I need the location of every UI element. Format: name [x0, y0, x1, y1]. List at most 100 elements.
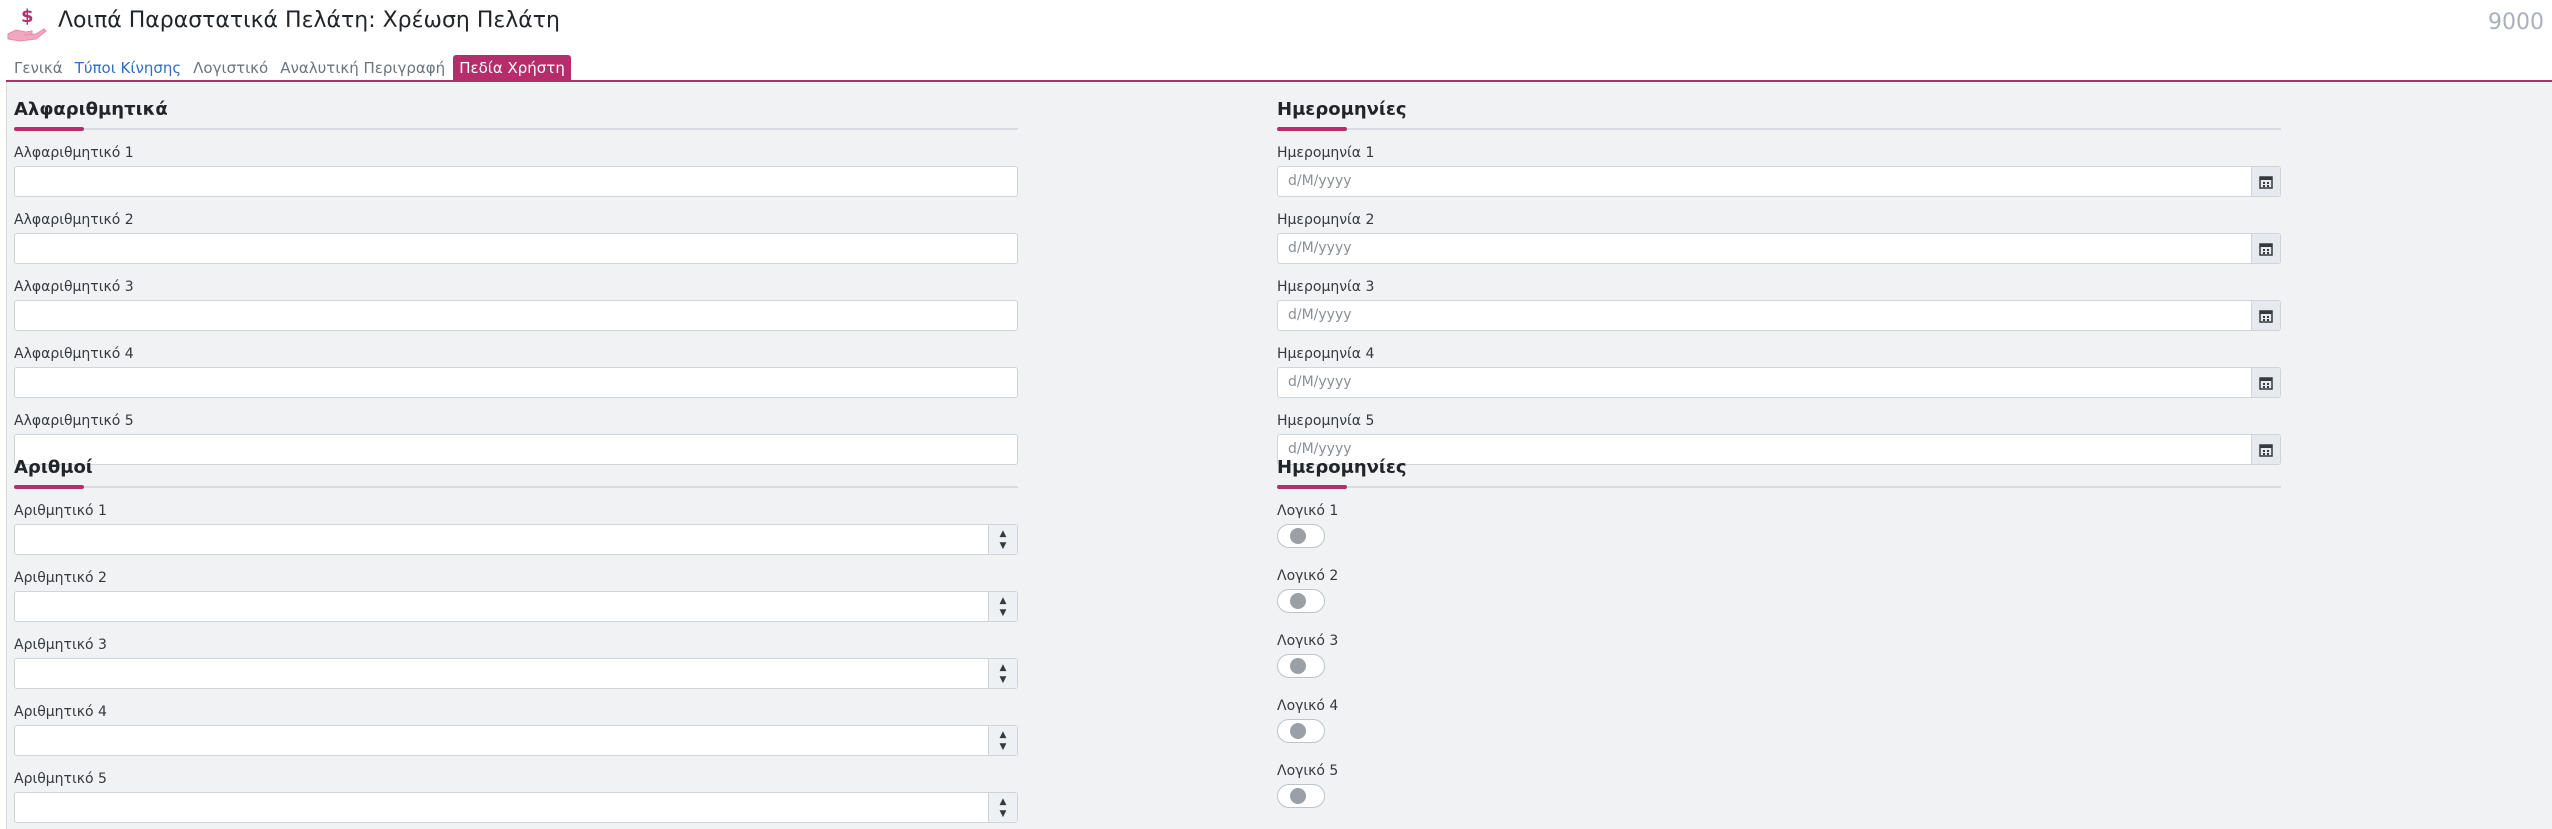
logical-5-label: Λογικό 5	[1277, 763, 1339, 779]
date-3-placeholder: d/M/yyyy	[1288, 307, 1352, 323]
logical-3-toggle[interactable]	[1277, 654, 1325, 678]
date-2-label: Ημερομηνία 2	[1277, 212, 1375, 228]
spin-down-icon[interactable]: ▼	[1000, 540, 1007, 552]
logical-1-label: Λογικό 1	[1277, 503, 1339, 519]
alpha-1-label: Αλφαριθμητικό 1	[14, 145, 134, 161]
tab-accounting[interactable]: Λογιστικό	[187, 55, 274, 81]
number-1-input[interactable]: ▲ ▼	[14, 524, 1018, 555]
number-5-input[interactable]: ▲ ▼	[14, 792, 1018, 823]
date-4-label: Ημερομηνία 4	[1277, 346, 1375, 362]
alpha-1-input[interactable]	[14, 166, 1018, 197]
alpha-3-label: Αλφαριθμητικό 3	[14, 279, 134, 295]
number-5-spinner[interactable]: ▲ ▼	[988, 793, 1017, 822]
date-1-input[interactable]: d/M/yyyy	[1277, 166, 2281, 197]
number-1-label: Αριθμητικό 1	[14, 503, 107, 519]
section-title: Ημερομηνίες	[1277, 99, 1407, 120]
number-2-input[interactable]: ▲ ▼	[14, 591, 1018, 622]
toggle-knob	[1290, 723, 1306, 739]
date-3-label: Ημερομηνία 3	[1277, 279, 1375, 295]
spin-up-icon[interactable]: ▲	[1000, 729, 1007, 741]
spin-up-icon[interactable]: ▲	[1000, 595, 1007, 607]
logical-2-label: Λογικό 2	[1277, 568, 1339, 584]
spin-down-icon[interactable]: ▼	[1000, 674, 1007, 686]
number-3-spinner[interactable]: ▲ ▼	[988, 659, 1017, 688]
logical-1-toggle[interactable]	[1277, 524, 1325, 548]
logical-4-label: Λογικό 4	[1277, 698, 1339, 714]
section-accent	[1277, 485, 1347, 489]
alpha-2-input[interactable]	[14, 233, 1018, 264]
svg-text:$: $	[21, 6, 34, 27]
section-accent	[14, 127, 84, 131]
spin-up-icon[interactable]: ▲	[1000, 662, 1007, 674]
section-title: Ημερομηνίες	[1277, 457, 1407, 478]
logical-1: Λογικό 1	[1277, 503, 2281, 548]
section-divider	[14, 127, 1018, 131]
page-header: $ Λοιπά Παραστατικά Πελάτη: Χρέωση Πελάτ…	[0, 0, 2552, 52]
alpha-4-input[interactable]	[14, 367, 1018, 398]
section-title: Αριθμοί	[14, 457, 93, 478]
logical-5: Λογικό 5	[1277, 763, 2281, 808]
tab-content: Αλφαριθμητικά Αλφαριθμητικό 1 Αλφαριθμητ…	[6, 82, 2552, 829]
hand-dollar-icon: $	[7, 6, 47, 42]
section-divider	[14, 485, 1018, 489]
section-accent	[14, 485, 84, 489]
section-numbers: Αριθμοί Αριθμητικό 1 ▲ ▼ Αριθμητικό 2 ▲ ▼ …	[14, 456, 1018, 823]
logical-3: Λογικό 3	[1277, 633, 2281, 678]
alpha-2-label: Αλφαριθμητικό 2	[14, 212, 134, 228]
number-3-input[interactable]: ▲ ▼	[14, 658, 1018, 689]
date-4-placeholder: d/M/yyyy	[1288, 374, 1352, 390]
date-4-input[interactable]: d/M/yyyy	[1277, 367, 2281, 398]
section-accent	[1277, 127, 1347, 131]
date-1-label: Ημερομηνία 1	[1277, 145, 1375, 161]
logical-2-toggle[interactable]	[1277, 589, 1325, 613]
spin-down-icon[interactable]: ▼	[1000, 607, 1007, 619]
calendar-icon[interactable]	[2251, 368, 2280, 397]
number-4-input[interactable]: ▲ ▼	[14, 725, 1018, 756]
section-title: Αλφαριθμητικά	[14, 99, 168, 120]
logical-5-toggle[interactable]	[1277, 784, 1325, 808]
logical-2: Λογικό 2	[1277, 568, 2281, 613]
date-5-placeholder: d/M/yyyy	[1288, 441, 1352, 457]
number-3-label: Αριθμητικό 3	[14, 637, 107, 653]
tab-detailed-description[interactable]: Αναλυτική Περιγραφή	[274, 55, 451, 81]
alpha-3-input[interactable]	[14, 300, 1018, 331]
section-logicals: Ημερομηνίες Λογικό 1 Λογικό 2 Λογικό 3 Λ…	[1277, 456, 2281, 808]
number-1-spinner[interactable]: ▲ ▼	[988, 525, 1017, 554]
date-2-placeholder: d/M/yyyy	[1288, 240, 1352, 256]
date-5-label: Ημερομηνία 5	[1277, 413, 1375, 429]
section-divider	[1277, 127, 2281, 131]
logical-3-label: Λογικό 3	[1277, 633, 1339, 649]
number-5-label: Αριθμητικό 5	[14, 771, 107, 787]
section-dates: Ημερομηνίες Ημερομηνία 1 d/M/yyyy Ημερομ…	[1277, 98, 2281, 465]
logical-4: Λογικό 4	[1277, 698, 2281, 743]
toggle-knob	[1290, 593, 1306, 609]
tab-bar: Γενικά Τύποι Κίνησης Λογιστικό Αναλυτική…	[8, 55, 571, 81]
alpha-5-label: Αλφαριθμητικό 5	[14, 413, 134, 429]
page-title: Λοιπά Παραστατικά Πελάτη: Χρέωση Πελάτη	[58, 8, 560, 33]
logical-4-toggle[interactable]	[1277, 719, 1325, 743]
toggle-knob	[1290, 528, 1306, 544]
tab-user-fields[interactable]: Πεδία Χρήστη	[453, 55, 571, 81]
spin-up-icon[interactable]: ▲	[1000, 528, 1007, 540]
document-number: 9000	[2488, 10, 2544, 35]
toggle-knob	[1290, 788, 1306, 804]
calendar-icon[interactable]	[2251, 301, 2280, 330]
number-4-label: Αριθμητικό 4	[14, 704, 107, 720]
number-2-spinner[interactable]: ▲ ▼	[988, 592, 1017, 621]
section-alphanumeric: Αλφαριθμητικά Αλφαριθμητικό 1 Αλφαριθμητ…	[14, 98, 1018, 465]
spin-up-icon[interactable]: ▲	[1000, 796, 1007, 808]
spin-down-icon[interactable]: ▼	[1000, 741, 1007, 753]
number-4-spinner[interactable]: ▲ ▼	[988, 726, 1017, 755]
date-3-input[interactable]: d/M/yyyy	[1277, 300, 2281, 331]
number-2-label: Αριθμητικό 2	[14, 570, 107, 586]
calendar-icon[interactable]	[2251, 234, 2280, 263]
date-2-input[interactable]: d/M/yyyy	[1277, 233, 2281, 264]
tab-movement-types[interactable]: Τύποι Κίνησης	[69, 55, 188, 81]
date-1-placeholder: d/M/yyyy	[1288, 173, 1352, 189]
calendar-icon[interactable]	[2251, 167, 2280, 196]
spin-down-icon[interactable]: ▼	[1000, 808, 1007, 820]
tab-general[interactable]: Γενικά	[8, 55, 69, 81]
toggle-knob	[1290, 658, 1306, 674]
section-divider	[1277, 485, 2281, 489]
alpha-4-label: Αλφαριθμητικό 4	[14, 346, 134, 362]
